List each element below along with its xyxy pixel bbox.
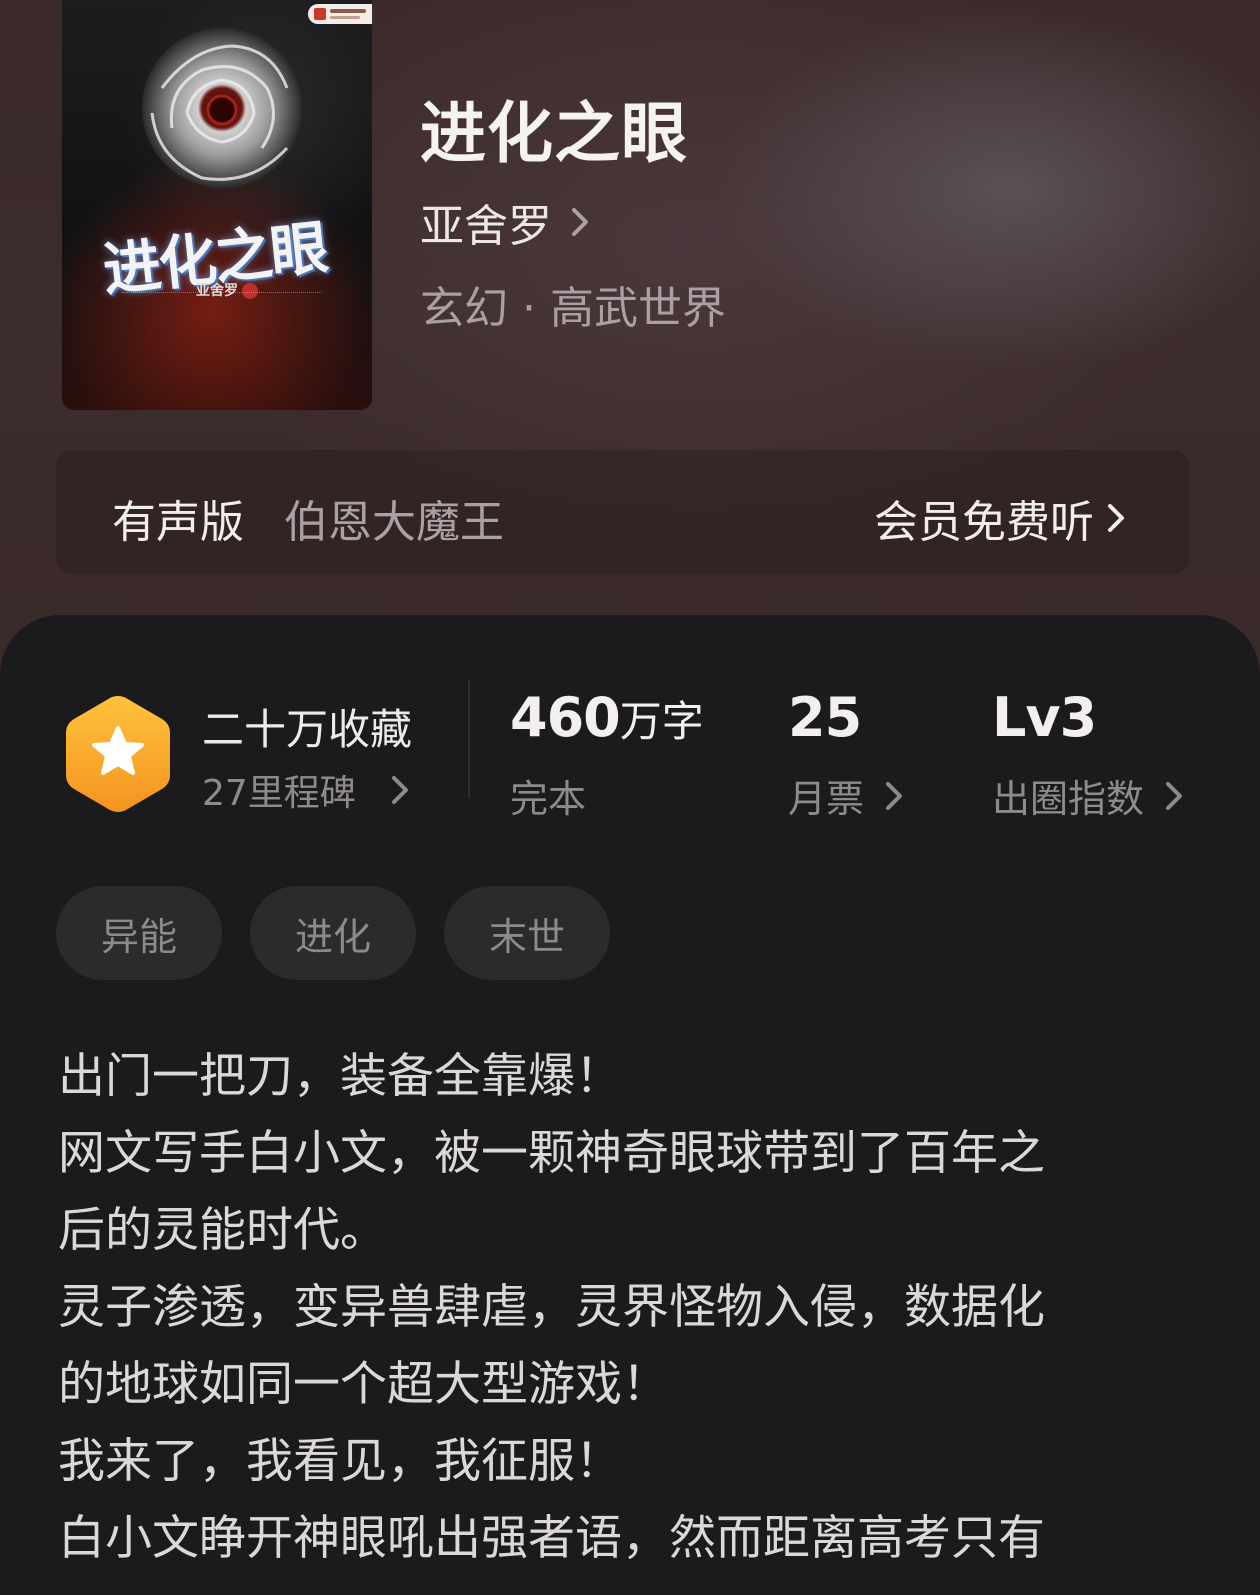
publisher-mark-icon [314, 8, 326, 20]
stats-divider [468, 680, 470, 798]
word-count-unit: 万字 [619, 697, 704, 746]
circle-index-label: 出圈指数 [992, 777, 1145, 821]
monthly-tickets-label: 月票 [788, 777, 865, 821]
cover-flower-art [142, 28, 302, 188]
synopsis-line: 白小文睁开神眼吼出强者语，然而距离高考只有 [58, 1511, 1045, 1566]
author-name: 亚舍罗 [420, 201, 552, 252]
audio-label: 有声版 [112, 497, 244, 548]
chevron-right-icon [886, 781, 903, 810]
publisher-logo [308, 4, 372, 24]
chevron-right-icon [1166, 781, 1183, 810]
book-title: 进化之眼 [420, 94, 688, 172]
tag-chip[interactable]: 进化 [250, 886, 416, 980]
circle-index-value: Lv3 [992, 686, 1097, 749]
milestone-label: 27里程碑 [202, 773, 356, 814]
publisher-text-bar-2 [330, 16, 360, 19]
synopsis-line: 的地球如同一个超大型游戏！ [58, 1357, 669, 1412]
chevron-right-icon [1108, 504, 1124, 532]
completion-status: 完本 [510, 777, 587, 821]
tag-chip[interactable]: 异能 [56, 886, 222, 980]
audio-narrator: 伯恩大魔王 [284, 497, 504, 548]
star-hexagon-icon [66, 696, 170, 812]
chevron-right-icon [572, 208, 588, 236]
synopsis-line: 我来了，我看见，我征服！ [58, 1434, 622, 1489]
cover-blurb-lines [122, 292, 322, 299]
book-header: 进化之眼 亚舍罗 进化之眼 亚舍罗 玄幻 · 高武世界 有声版 伯恩大魔王 会员… [0, 0, 1260, 680]
chevron-right-icon [391, 776, 408, 804]
synopsis[interactable]: 出门一把刀，装备全靠爆！ 网文写手白小文，被一颗神奇眼球带到了百年之 后的灵能时… [58, 1038, 1208, 1577]
tag-chip[interactable]: 末世 [444, 886, 610, 980]
word-count-value: 460万字 [510, 686, 704, 749]
monthly-tickets-link[interactable]: 月票 [788, 768, 914, 823]
monthly-tickets-value: 25 [788, 686, 862, 749]
member-free-listen-button[interactable]: 会员免费听 [874, 486, 1134, 550]
synopsis-line: 后的灵能时代。 [58, 1203, 387, 1258]
audio-version-banner[interactable]: 有声版 伯恩大魔王 会员免费听 [56, 450, 1190, 574]
synopsis-line: 网文写手白小文，被一颗神奇眼球带到了百年之 [58, 1126, 1045, 1181]
member-free-listen-label: 会员免费听 [874, 497, 1094, 548]
word-count-number: 460 [510, 686, 621, 749]
genre-category[interactable]: 玄幻 · 高武世界 [420, 272, 726, 336]
circle-index-link[interactable]: 出圈指数 [992, 768, 1194, 823]
favorites-count: 二十万收藏 [202, 705, 413, 754]
book-cover-image[interactable]: 进化之眼 亚舍罗 [62, 0, 372, 410]
publisher-text-bar [330, 9, 366, 13]
author-link[interactable]: 亚舍罗 [420, 190, 598, 254]
synopsis-line: 灵子渗透，变异兽肆虐，灵界怪物入侵，数据化 [58, 1280, 1045, 1335]
synopsis-line: 出门一把刀，装备全靠爆！ [58, 1049, 622, 1104]
milestone-link[interactable]: 27里程碑 [202, 764, 420, 816]
